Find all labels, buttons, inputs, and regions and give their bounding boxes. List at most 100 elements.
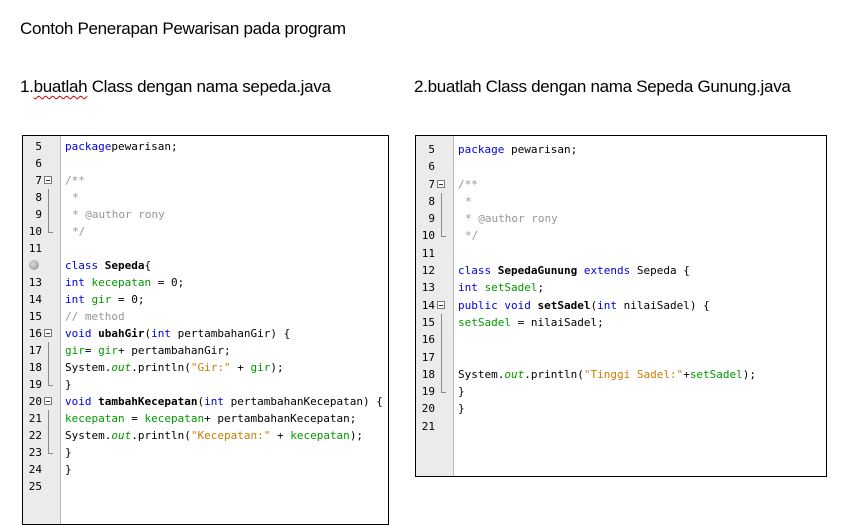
code-token: "Tinggi Sadel:" <box>583 367 684 381</box>
fold-end-guide <box>441 227 446 238</box>
line-number: 6 <box>428 160 435 174</box>
code-token: ); <box>349 429 364 442</box>
code-text: } <box>65 376 72 393</box>
code-line: 18 System.out.println("Gir:" + gir); <box>23 359 388 376</box>
code-token: ); <box>270 361 284 374</box>
line-number: 18 <box>28 361 42 374</box>
code-text: void tambahKecepatan(int pertambahanKece… <box>65 393 383 410</box>
code-token: + pertambahanKecepatan; <box>204 412 357 425</box>
fold-toggle-icon[interactable] <box>437 300 445 309</box>
code-token: } <box>458 385 465 399</box>
code-token: + <box>230 361 251 374</box>
code-token: pertambahanGir) { <box>177 327 291 340</box>
line-number: 10 <box>421 229 435 243</box>
code-line: 7 /** <box>416 176 826 193</box>
code-editor-sepeda-gunung: 5 package pewarisan; 6 7/** 8 * 9 * @author ron… <box>415 135 827 477</box>
code-token: public void <box>458 298 538 312</box>
fold-toggle-icon[interactable] <box>44 176 52 184</box>
code-token: tambahKecepatan <box>98 395 198 408</box>
code-token: ); <box>742 367 757 381</box>
code-token: + <box>270 429 291 442</box>
code-token: pewarisan; <box>504 143 578 156</box>
fold-guide <box>441 348 442 366</box>
line-number: 17 <box>421 350 435 364</box>
code-token: Sepeda <box>104 259 145 272</box>
page-title: Contoh Penerapan Pewarisan pada program <box>20 19 346 38</box>
code-text: int gir = 0; <box>65 291 145 308</box>
fold-guide <box>441 313 442 332</box>
code-token: * <box>465 194 472 208</box>
code-token: } <box>65 378 72 391</box>
code-token: = 0; <box>111 293 145 306</box>
line-number: 7 <box>35 174 42 187</box>
code-token: = <box>84 344 99 357</box>
code-line: 18 System.out.println("Tinggi Sadel:"+set… <box>416 365 826 384</box>
code-token: SepedaGunung <box>497 264 578 278</box>
line-number: 13 <box>421 281 435 295</box>
code-line: 16 <box>416 331 826 349</box>
code-token: int <box>65 276 92 289</box>
code-token: .println( <box>131 361 191 374</box>
code-line: 6 <box>416 158 826 175</box>
code-token: int <box>204 395 231 408</box>
code-line: 19} <box>416 383 826 400</box>
code-text: * @author rony <box>72 206 165 223</box>
line-number: 10 <box>28 225 42 238</box>
code-token: + pertambahanGir; <box>118 344 231 357</box>
code-token: extends <box>577 264 637 278</box>
line-number: 9 <box>428 212 435 226</box>
code-text: // method <box>65 308 125 325</box>
code-text: System.out.println("Gir:" + gir); <box>65 359 284 376</box>
code-line: 24} <box>23 461 388 478</box>
code-text: int setSadel; <box>458 279 544 296</box>
code-text: } <box>65 461 72 478</box>
code-token: */ <box>465 229 479 243</box>
code-text: } <box>458 383 465 400</box>
code-token: System. <box>65 361 112 374</box>
code-line: 5 package pewarisan; <box>416 141 826 158</box>
code-line: 25 <box>23 478 388 495</box>
code-token: setSadel <box>537 298 591 312</box>
code-token: + <box>683 367 690 381</box>
code-text: } <box>65 444 72 461</box>
code-line: 19} <box>23 376 388 393</box>
code-text: */ <box>72 223 85 240</box>
fold-guide <box>441 365 442 384</box>
fold-toggle-icon[interactable] <box>44 397 52 405</box>
line-number: 7 <box>428 177 435 191</box>
line-number: 8 <box>428 194 435 208</box>
code-line: 23} <box>23 444 388 461</box>
misspelled-word: buatlah <box>33 77 88 96</box>
code-token: int <box>597 298 624 312</box>
code-token: kecepatan <box>144 412 205 425</box>
code-token: * @author rony <box>465 212 558 226</box>
code-token: void <box>65 395 99 408</box>
code-token: setSadel <box>689 367 743 381</box>
code-text: * <box>465 193 472 210</box>
line-number: 25 <box>28 480 42 493</box>
fold-toggle-icon[interactable] <box>437 179 445 188</box>
code-line: 9 * @author rony <box>416 210 826 228</box>
line-number: 11 <box>421 246 435 260</box>
instruction-2: 2.buatlah Class dengan nama Sepeda Gunun… <box>414 77 791 96</box>
fold-guide <box>48 189 49 206</box>
instruction-1: 1.buatlah Class dengan nama sepeda.java <box>20 77 331 97</box>
code-line: 10 */ <box>416 227 826 244</box>
breakpoint-icon[interactable] <box>29 260 39 270</box>
code-token: out <box>111 361 132 374</box>
fold-guide <box>441 192 442 211</box>
fold-toggle-icon[interactable] <box>44 329 52 337</box>
code-line: 13 int kecepatan = 0; <box>23 274 388 291</box>
code-line: class Sepeda{ <box>23 257 388 274</box>
fold-end-guide <box>48 376 53 386</box>
fold-end-guide <box>48 444 53 454</box>
code-token: void <box>65 327 99 340</box>
code-text: * <box>72 189 79 206</box>
code-token: = <box>124 412 145 425</box>
code-token: = 0; <box>151 276 185 289</box>
fold-end-guide <box>441 383 446 394</box>
code-line: 20} <box>416 400 826 417</box>
instruction-1-text: Class dengan nama sepeda.java <box>87 77 331 96</box>
line-number: 23 <box>28 446 42 459</box>
fold-guide <box>48 427 49 444</box>
